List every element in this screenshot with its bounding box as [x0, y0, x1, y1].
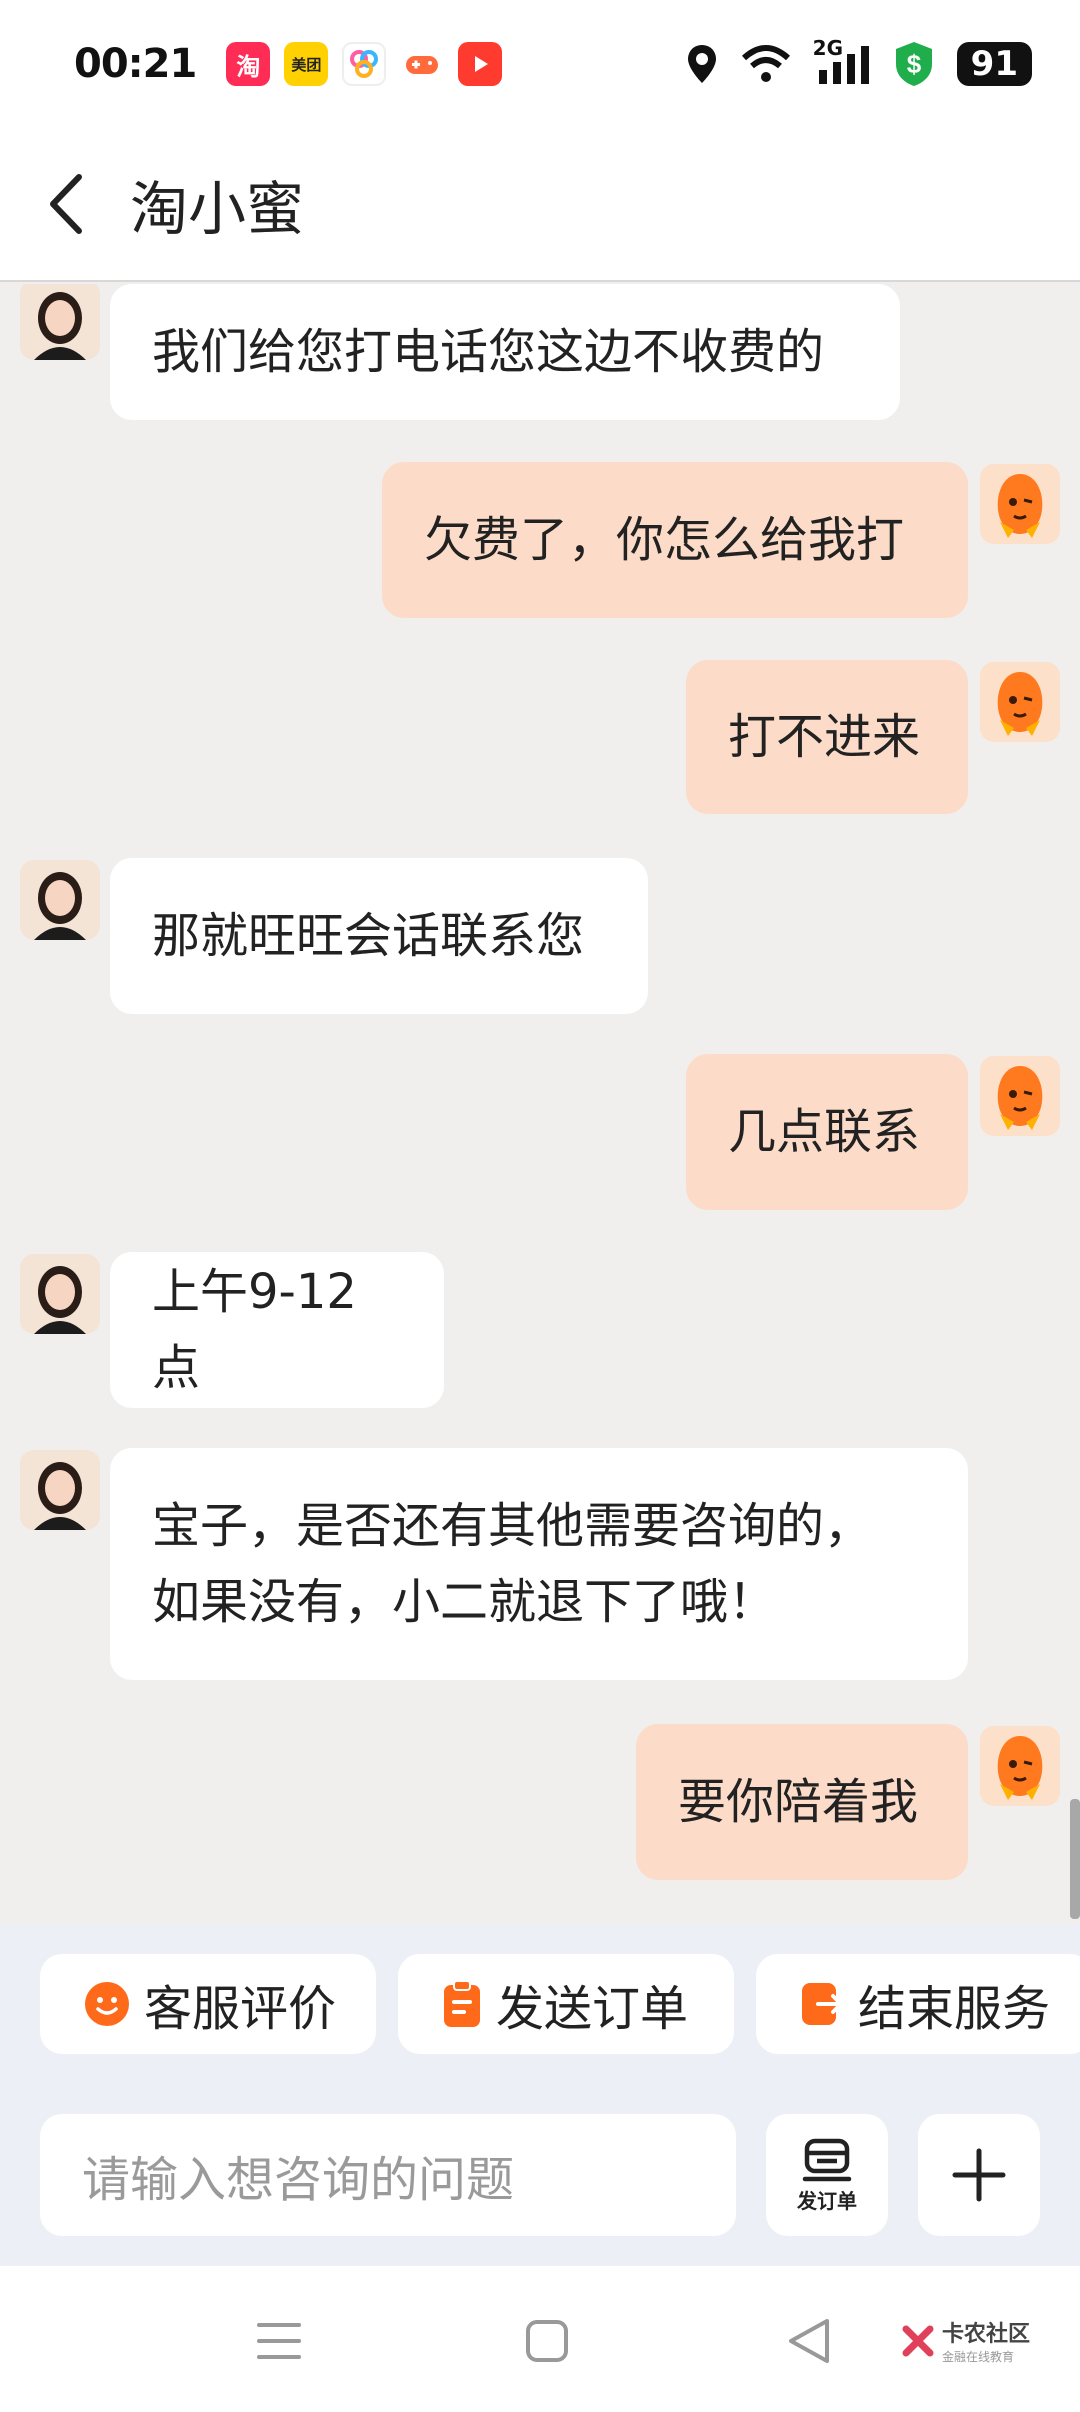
triangle-back-icon — [789, 2319, 829, 2363]
app-icon — [342, 42, 387, 86]
home-square-icon — [526, 2320, 568, 2362]
system-navigation-bar: 卡农社区 金融在线教育 — [0, 2266, 1080, 2412]
cellular-signal-icon: 2G — [813, 36, 871, 86]
battery-level: 91 — [970, 44, 1018, 84]
agent-message-bubble[interactable]: 宝子，是否还有其他需要咨询的， 如果没有，小二就退下了哦！ — [110, 1448, 968, 1680]
rate-service-label: 客服评价 — [144, 1981, 337, 2037]
exit-icon — [802, 1983, 843, 2025]
watermark-subtitle: 金融在线教育 — [942, 2350, 1015, 2364]
scrollbar[interactable] — [1070, 1799, 1080, 1919]
status-time: 00:21 — [74, 41, 197, 87]
agent-avatar[interactable] — [20, 860, 100, 940]
user-message-bubble[interactable]: 打不进来 — [686, 660, 968, 814]
title-bar: 淘小蜜 — [0, 128, 1080, 282]
composer: 请输入想咨询的问题 发订单 — [0, 2054, 1080, 2266]
agent-message-bubble[interactable]: 那就旺旺会话联系您 — [110, 858, 648, 1014]
smile-icon — [85, 1982, 129, 2026]
more-options-button[interactable] — [918, 2114, 1040, 2236]
message-text: 要你陪着我 — [678, 1774, 919, 1830]
page-title: 淘小蜜 — [130, 175, 305, 243]
end-service-button[interactable]: 结束服务 — [756, 1954, 1080, 2054]
watermark-title: 卡农社区 — [942, 2322, 1031, 2347]
agent-message-bubble[interactable]: 我们给您打电话您这边不收费的 — [110, 284, 900, 420]
order-box-icon — [802, 2138, 852, 2181]
send-order-button[interactable]: 发送订单 — [398, 1954, 734, 2054]
user-avatar[interactable] — [980, 662, 1060, 742]
system-status: 2G $ 91 — [685, 36, 1032, 88]
taobao-icon: 淘 — [226, 42, 271, 86]
watermark: 卡农社区 金融在线教育 — [900, 2316, 1030, 2365]
rate-service-button[interactable]: 客服评价 — [40, 1954, 376, 2054]
send-order-label: 发送订单 — [496, 1981, 689, 2037]
status-bar: 00:21 淘 美团 2G $ 91 — [0, 0, 1080, 128]
nav-menu-button[interactable] — [244, 2306, 314, 2376]
svg-text:$: $ — [906, 49, 921, 79]
agent-avatar[interactable] — [20, 1450, 100, 1530]
message-text: 几点联系 — [728, 1104, 921, 1160]
user-avatar[interactable] — [980, 1056, 1060, 1136]
message-text-line: 如果没有，小二就退下了哦！ — [152, 1574, 777, 1630]
message-text: 我们给您打电话您这边不收费的 — [152, 324, 825, 380]
message-input[interactable]: 请输入想咨询的问题 — [40, 2114, 736, 2236]
menu-icon — [257, 2323, 301, 2359]
chevron-left-icon — [50, 174, 82, 234]
user-message-bubble[interactable]: 要你陪着我 — [636, 1724, 968, 1880]
order-button-label: 发订单 — [797, 2188, 857, 2213]
location-icon — [687, 45, 716, 83]
plus-icon — [952, 2148, 1006, 2202]
message-text: 打不进来 — [728, 709, 921, 765]
user-avatar[interactable] — [980, 464, 1060, 544]
agent-avatar[interactable] — [20, 1254, 100, 1334]
send-order-shortcut-button[interactable]: 发订单 — [766, 2114, 888, 2236]
battery-indicator: 91 — [956, 42, 1032, 86]
message-text: 欠费了，你怎么给我打 — [424, 512, 905, 568]
end-service-label: 结束服务 — [858, 1981, 1051, 2037]
video-icon — [458, 42, 503, 86]
watermark-logo-icon — [902, 2325, 934, 2356]
clipboard-icon — [444, 1980, 480, 2027]
user-avatar[interactable] — [980, 1726, 1060, 1806]
quick-action-bar: 客服评价 发送订单 结束服务 — [0, 1924, 1080, 2054]
security-shield-icon: $ — [895, 42, 932, 86]
user-message-bubble[interactable]: 欠费了，你怎么给我打 — [382, 462, 968, 618]
agent-avatar[interactable] — [20, 284, 100, 360]
input-placeholder: 请输入想咨询的问题 — [82, 2152, 515, 2208]
game-icon — [400, 42, 445, 86]
message-text-line: 宝子，是否还有其他需要咨询的， — [152, 1498, 873, 1554]
message-text: 上午9-12点 — [152, 1264, 357, 1396]
nav-back-button[interactable] — [774, 2306, 844, 2376]
meituan-icon: 美团 — [284, 42, 329, 86]
message-text: 那就旺旺会话联系您 — [152, 908, 585, 964]
notification-app-icons: 淘 美团 — [226, 42, 503, 86]
wifi-icon — [741, 45, 790, 82]
back-button[interactable] — [0, 127, 130, 281]
agent-message-bubble[interactable]: 上午9-12点 — [110, 1252, 444, 1408]
nav-home-button[interactable] — [512, 2306, 582, 2376]
chat-message-list[interactable]: 我们给您打电话您这边不收费的 欠费了，你怎么给我打 打不进来 那就旺旺会话联系您… — [0, 284, 1080, 1924]
user-message-bubble[interactable]: 几点联系 — [686, 1054, 968, 1210]
